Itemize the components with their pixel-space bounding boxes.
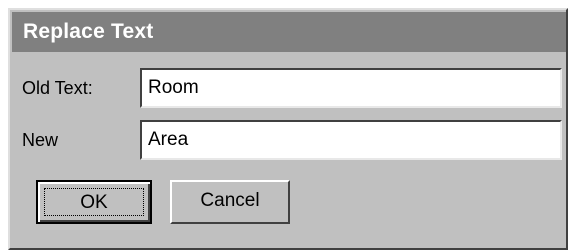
replace-text-dialog: Replace Text Old Text: New OK Cancel xyxy=(8,8,568,250)
ok-button-label: OK xyxy=(44,188,144,216)
cancel-button-label: Cancel xyxy=(200,190,260,211)
old-text-input[interactable] xyxy=(142,70,560,106)
new-text-label: New xyxy=(22,130,59,150)
ok-button[interactable]: OK xyxy=(36,180,152,224)
dialog-title: Replace Text xyxy=(23,20,154,43)
new-text-input[interactable] xyxy=(142,122,560,158)
old-text-field-frame xyxy=(140,68,562,108)
cancel-button[interactable]: Cancel xyxy=(170,180,290,224)
dialog-titlebar[interactable]: Replace Text xyxy=(12,12,566,52)
new-text-field-frame xyxy=(140,120,562,160)
old-text-label: Old Text: xyxy=(22,78,93,98)
